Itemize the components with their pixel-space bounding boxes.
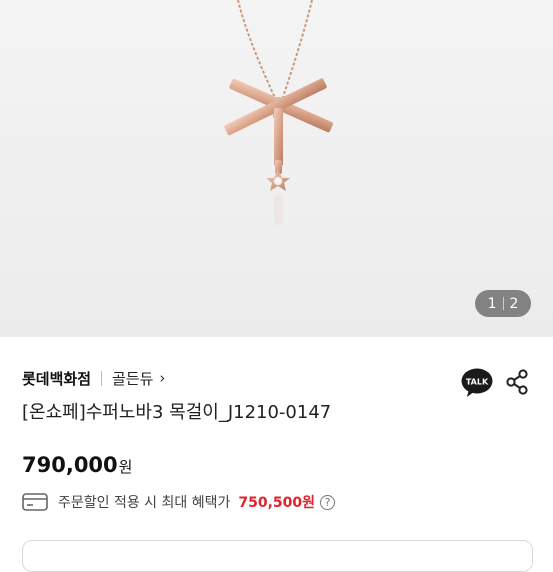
card-icon xyxy=(22,493,48,511)
help-icon[interactable]: ? xyxy=(320,494,336,510)
benefit-label: 주문할인 적용 시 최대 혜택가 xyxy=(58,495,231,511)
pager-separator xyxy=(502,297,504,310)
benefit-row[interactable]: 주문할인 적용 시 최대 혜택가 750,500원 ? xyxy=(22,491,336,513)
price-row: 790,000 원 xyxy=(22,453,132,477)
store-name[interactable]: 롯데백화점 xyxy=(22,368,91,389)
talk-label: TALK xyxy=(466,378,489,387)
product-image[interactable]: 1 2 xyxy=(0,0,553,337)
pager-current: 1 xyxy=(487,295,497,312)
price-value: 790,000 xyxy=(22,453,118,477)
price-unit: 원 xyxy=(118,458,133,476)
share-icon[interactable] xyxy=(505,369,529,395)
chevron-right-icon[interactable]: › xyxy=(159,369,165,387)
options-card[interactable] xyxy=(22,540,533,572)
necklace-image xyxy=(224,0,334,225)
kakao-talk-icon[interactable]: TALK xyxy=(461,368,493,398)
image-pager: 1 2 xyxy=(475,290,531,317)
pager-total: 2 xyxy=(509,295,519,312)
brand-row: 롯데백화점 골든듀 › xyxy=(22,366,165,390)
brand-link[interactable]: 골든듀 xyxy=(112,368,153,389)
benefit-price: 750,500원 xyxy=(238,495,316,511)
product-title: [온쇼페]수퍼노바3 목걸이_J1210-0147 xyxy=(22,402,332,423)
brand-divider xyxy=(101,370,103,386)
